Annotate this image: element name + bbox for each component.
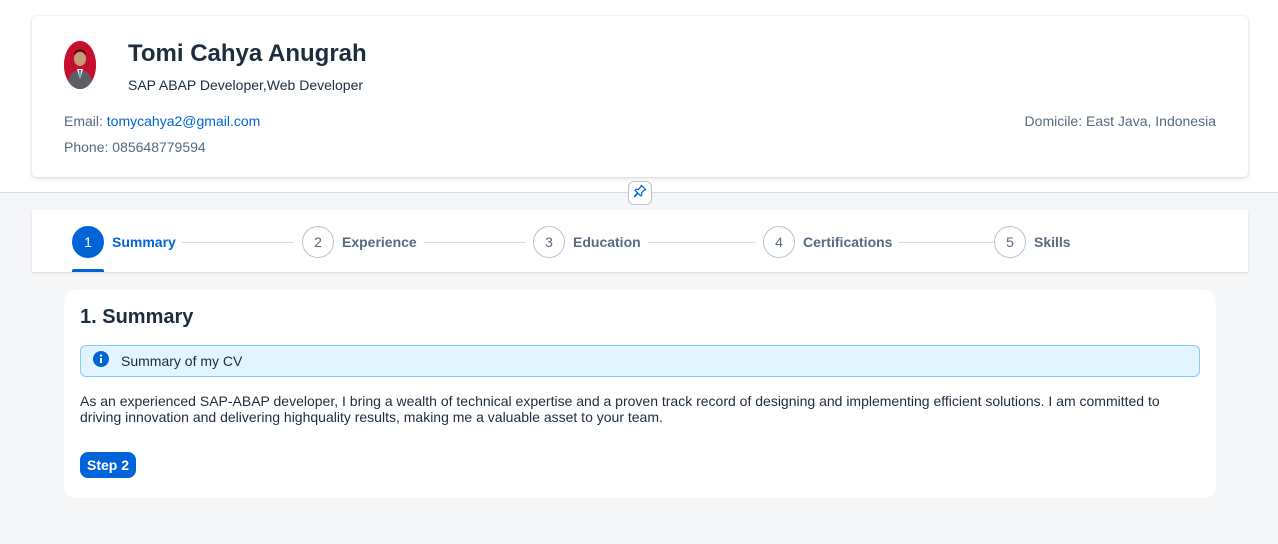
wizard-step-summary[interactable]: 1 Summary — [72, 226, 176, 258]
step-number: 3 — [533, 226, 565, 258]
phone-row: Phone: 085648779594 — [64, 139, 206, 155]
profile-name: Tomi Cahya Anugrah — [128, 40, 367, 67]
step-number: 4 — [763, 226, 795, 258]
wizard-step-skills[interactable]: 5 Skills — [994, 226, 1071, 258]
pin-icon — [633, 184, 647, 203]
step-number: 5 — [994, 226, 1026, 258]
summary-text: As an experienced SAP-ABAP developer, I … — [80, 393, 1160, 425]
summary-section: 1. Summary Summary of my CV As an experi… — [64, 290, 1216, 498]
domicile-row: Domicile: East Java, Indonesia — [1025, 113, 1216, 129]
step-connector — [898, 242, 994, 243]
step-connector — [424, 242, 526, 243]
step-label: Summary — [112, 234, 176, 250]
step-label: Certifications — [803, 234, 893, 250]
step-connector — [182, 242, 294, 243]
step-number: 2 — [302, 226, 334, 258]
section-title: 1. Summary — [80, 306, 194, 328]
wizard-step-certifications[interactable]: 4 Certifications — [763, 226, 892, 258]
profile-header: Tomi Cahya Anugrah SAP ABAP Developer,We… — [32, 16, 1248, 177]
step-label: Experience — [342, 234, 417, 250]
step-connector — [648, 242, 756, 243]
step-number: 1 — [72, 226, 104, 258]
info-message-strip: Summary of my CV — [80, 345, 1200, 377]
domicile-label: Domicile: — [1024, 113, 1083, 129]
email-link[interactable]: tomycahya2@gmail.com — [107, 113, 261, 129]
info-message-text: Summary of my CV — [121, 353, 243, 369]
wizard-step-experience[interactable]: 2 Experience — [302, 226, 417, 258]
info-icon — [93, 350, 109, 372]
email-row: Email: tomycahya2@gmail.com — [64, 113, 260, 129]
wizard-step-education[interactable]: 3 Education — [533, 226, 641, 258]
next-step-button[interactable]: Step 2 — [80, 452, 136, 478]
avatar — [64, 41, 96, 89]
email-label: Email: — [64, 113, 103, 129]
domicile-value: East Java, Indonesia — [1086, 113, 1216, 129]
active-step-indicator — [72, 269, 104, 272]
profile-role: SAP ABAP Developer,Web Developer — [128, 77, 364, 93]
step-label: Skills — [1034, 234, 1071, 250]
phone-value: 085648779594 — [112, 139, 206, 155]
step-label: Education — [573, 234, 641, 250]
pin-header-button[interactable] — [628, 181, 652, 205]
wizard-progress-bar: 1 Summary 2 Experience 3 Education 4 Cer… — [32, 210, 1248, 272]
phone-label: Phone: — [64, 139, 109, 155]
